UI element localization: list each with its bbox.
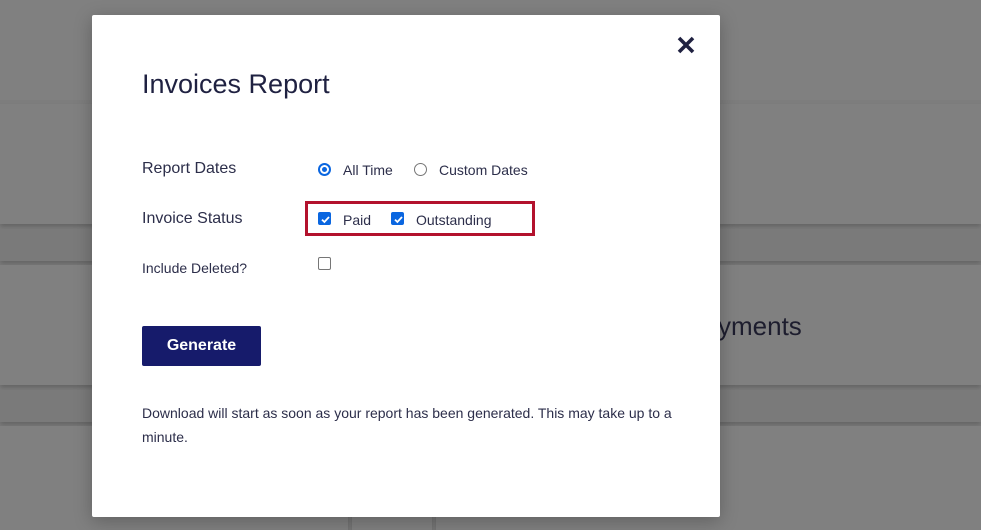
custom-dates-label[interactable]: Custom Dates [439, 162, 528, 178]
generate-button[interactable]: Generate [142, 326, 261, 366]
all-time-label[interactable]: All Time [343, 162, 393, 178]
custom-dates-radio[interactable] [414, 163, 427, 176]
paid-checkbox[interactable] [318, 212, 331, 225]
invoice-status-label: Invoice Status [142, 210, 243, 227]
include-deleted-label: Include Deleted? [142, 260, 248, 276]
close-button[interactable] [674, 33, 698, 57]
modal-title: Invoices Report [142, 69, 330, 99]
background-card-title: yments [718, 311, 802, 341]
report-dates-label: Report Dates [142, 160, 237, 177]
outstanding-label[interactable]: Outstanding [416, 212, 492, 228]
all-time-radio[interactable] [318, 163, 331, 176]
checkmark-icon [394, 216, 403, 224]
checkmark-icon [321, 216, 330, 224]
invoices-report-modal: Invoices Report Report Dates All Time Cu… [92, 15, 720, 517]
paid-label[interactable]: Paid [343, 212, 371, 228]
close-icon [677, 36, 695, 54]
include-deleted-checkbox[interactable] [318, 257, 331, 270]
download-note: Download will start as soon as your repo… [142, 405, 672, 445]
outstanding-checkbox[interactable] [391, 212, 404, 225]
